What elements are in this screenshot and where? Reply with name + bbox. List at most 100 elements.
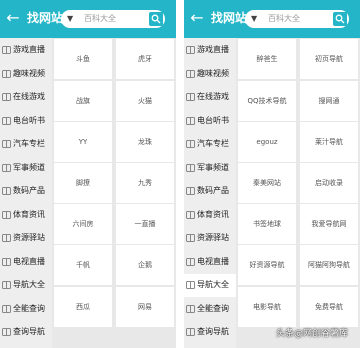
site-tile[interactable]: 虎牙 (116, 39, 174, 79)
book-icon (186, 69, 195, 78)
site-tile[interactable]: 阿猫阿狗导航 (300, 245, 358, 285)
site-tile[interactable]: egouz (238, 122, 296, 162)
book-icon (186, 210, 195, 219)
sidebar-item[interactable]: 数码产品 (184, 180, 236, 203)
sidebar-item[interactable]: 汽车专栏 (0, 133, 52, 156)
page-title: 找网站 (27, 11, 64, 25)
sidebar-item[interactable]: 电台听书 (184, 110, 236, 133)
site-tile[interactable]: 企鹅 (116, 245, 174, 285)
site-tile[interactable]: 六间房 (54, 204, 112, 244)
site-tile[interactable]: 搜网通 (300, 81, 358, 121)
book-icon (2, 93, 11, 101)
sidebar-item[interactable]: 游戏直播 (184, 39, 236, 62)
sidebar-item[interactable]: 电视直播 (184, 251, 236, 274)
sidebar-item[interactable]: 电视直播 (0, 251, 52, 274)
sidebar-item[interactable]: 导航大全 (184, 274, 236, 297)
sidebar-item-label: 全能查询 (13, 303, 45, 313)
sidebar-item-label: 资源驿站 (13, 233, 45, 242)
book-icon (2, 163, 11, 172)
sidebar-item[interactable]: 汽车专栏 (184, 133, 236, 156)
site-tile[interactable]: 醉爸生 (238, 39, 296, 79)
site-tile[interactable]: 书签地球 (238, 204, 296, 244)
site-tile-label: 龙珠 (138, 138, 152, 146)
site-grid: 斗鱼 虎牙战旗 火猫 YY 龙珠脚撩 九秀 六间房 一直播 千帆 企鹅 西瓜 网易 (52, 38, 176, 348)
book-icon (2, 304, 11, 313)
sidebar-item-label: 电台听书 (197, 115, 229, 125)
site-tile-label: 电影导航 (253, 303, 281, 311)
site-tile[interactable]: 莱汁导航 (300, 122, 358, 162)
site-tile[interactable]: YY (54, 122, 112, 162)
right-screen: ← 找网站 ▼ 百科大全 游戏直播趣味视频在线游戏电台听书汽车专栏 军事频道 数码产… (184, 0, 360, 348)
sidebar-item[interactable]: 体育资讯 (0, 204, 52, 227)
book-icon (186, 281, 195, 289)
site-tile-label: egouz (256, 138, 278, 146)
site-tile[interactable]: 斗鱼 (54, 39, 112, 79)
back-arrow-icon[interactable]: ← (4, 8, 22, 28)
sidebar-item-label: 趣味视频 (13, 68, 45, 78)
sidebar-item[interactable]: 在线游戏 (0, 86, 52, 109)
site-tile-label: 搜网通 (318, 97, 340, 105)
site-tile[interactable]: 火猫 (116, 81, 174, 121)
book-icon (2, 69, 11, 78)
search-input[interactable]: 百科大全 (84, 13, 116, 25)
sidebar-item[interactable]: 导航大全 (0, 274, 52, 297)
site-tile[interactable]: 龙珠 (116, 122, 174, 162)
site-tile[interactable]: 千帆 (54, 245, 112, 285)
site-tile-label: 莱汁导航 (315, 138, 343, 146)
book-icon (2, 140, 11, 148)
book-icon (186, 93, 195, 101)
search-box[interactable]: ▼ 百科大全 (61, 10, 165, 28)
book-icon (2, 187, 11, 195)
site-tile[interactable]: 好资源导航 (238, 245, 296, 285)
sidebar-item[interactable]: 游戏直播 (0, 39, 52, 62)
site-tile[interactable]: 脚撩 (54, 163, 112, 203)
site-tile[interactable]: QQ技术导航 (238, 81, 296, 121)
sidebar-item[interactable]: 电台听书 (0, 110, 52, 133)
sidebar-item[interactable]: 查询导航 (0, 321, 52, 344)
site-tile[interactable]: 西瓜 (54, 287, 112, 327)
site-tile[interactable]: 初页导航 (300, 39, 358, 79)
site-tile-label: 战旗 (76, 97, 90, 105)
sidebar-item[interactable]: 资源驿站 (184, 227, 236, 250)
header: ← 找网站 ▼ 百科大全 (184, 0, 360, 38)
search-icon (335, 14, 345, 24)
sidebar-item-label: 体育资讯 (197, 209, 229, 219)
search-input[interactable]: 百科大全 (268, 13, 300, 25)
book-icon (186, 116, 195, 125)
site-tile[interactable]: 网易 (116, 287, 174, 327)
sidebar-item[interactable]: 数码产品 (0, 180, 52, 203)
sidebar-item[interactable]: 趣味视频 (0, 63, 52, 86)
dropdown-caret-icon[interactable]: ▼ (67, 13, 73, 25)
site-tile[interactable]: 电影导航 (238, 287, 296, 327)
search-button[interactable] (333, 12, 347, 26)
sidebar-item[interactable]: 体育资讯 (184, 204, 236, 227)
sidebar-item[interactable]: 全能查询 (0, 298, 52, 321)
back-arrow-icon[interactable]: ← (188, 8, 206, 28)
site-tile[interactable]: 免费导航 (300, 287, 358, 327)
dropdown-caret-icon[interactable]: ▼ (251, 13, 257, 25)
site-tile[interactable]: 一直播 (116, 204, 174, 244)
site-tile[interactable]: 九秀 (116, 163, 174, 203)
category-sidebar: 游戏直播趣味视频在线游戏电台听书汽车专栏 军事频道 数码产品体育资讯资源驿站 电视直播… (184, 38, 236, 348)
search-button[interactable] (149, 12, 163, 26)
site-tile[interactable]: 战旗 (54, 81, 112, 121)
site-tile-label: 虎牙 (138, 55, 152, 63)
sidebar-item[interactable]: 在线游戏 (184, 86, 236, 109)
left-screen: ← 找网站 ▼ 百科大全 游戏直播趣味视频在线游戏 电台听书 汽车专栏军事频道数码产… (0, 0, 176, 348)
book-icon (186, 163, 195, 172)
sidebar-item-label: 趣味视频 (197, 68, 229, 78)
site-tile-label: 阿猫阿狗导航 (308, 261, 350, 269)
search-box[interactable]: ▼ 百科大全 (245, 10, 349, 28)
sidebar-item-label: 查询导航 (13, 327, 45, 336)
sidebar-item[interactable]: 军事频道 (0, 157, 52, 180)
site-tile[interactable]: 启动收录 (300, 163, 358, 203)
sidebar-item[interactable]: 趣味视频 (184, 63, 236, 86)
panel-divider (176, 0, 184, 348)
site-tile[interactable]: 秦美网站 (238, 163, 296, 203)
sidebar-item[interactable]: 查询导航 (184, 321, 236, 344)
sidebar-item[interactable]: 全能查询 (184, 298, 236, 321)
sidebar-item[interactable]: 军事频道 (184, 157, 236, 180)
sidebar-item-label: 军事频道 (13, 162, 45, 172)
sidebar-item[interactable]: 资源驿站 (0, 227, 52, 250)
site-tile[interactable]: 我爱导航网 (300, 204, 358, 244)
